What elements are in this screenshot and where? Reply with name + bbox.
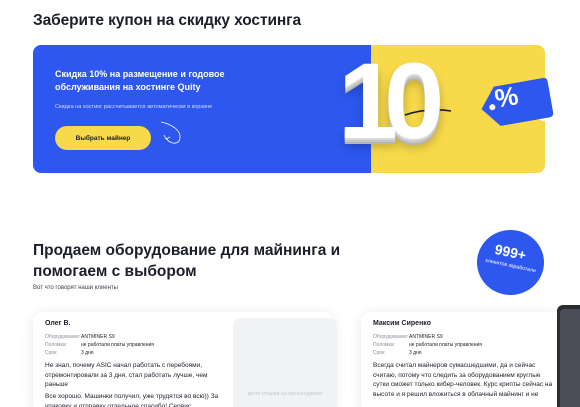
review-meta-row: Срок: 3 дня <box>45 350 94 356</box>
review-meta-row: Поломка: не работали платы управления <box>373 342 482 348</box>
discount-number: 10 <box>338 40 444 161</box>
review-text: Все хорошо. Машинки получил, уже трудятс… <box>45 393 219 407</box>
review-author: Максим Сиренко <box>373 320 431 327</box>
choose-miner-button[interactable]: Выбрать майнер <box>55 126 151 150</box>
review-meta-row: Срок: 3 дня <box>373 350 422 356</box>
coupon-headline: Скидка 10% на размещение и годовое обслу… <box>55 69 225 92</box>
review-meta-row: Оборудование: ANTMINER S9 <box>45 334 115 340</box>
coupon-note: Скидка на хостинг рассчитывается автомат… <box>55 104 213 110</box>
next-slide-peek[interactable] <box>557 305 580 407</box>
review-photo-caption: фото отзыва на мессенджере <box>247 391 323 397</box>
coupon-section-title: Заберите купон на скидку хостинга <box>33 12 302 29</box>
review-meta-row: Поломка: не работали платы управления <box>45 342 154 348</box>
review-author: Олег В. <box>45 320 71 327</box>
mining-section-title: Продаем оборудование для майнинга и помо… <box>33 242 341 280</box>
review-text: Всегда считал майнеров сумасшедшими, да … <box>373 362 553 398</box>
coupon-card: Скидка 10% на размещение и годовое обслу… <box>33 40 554 173</box>
next-slide-image <box>560 309 580 407</box>
review-card: Максим Сиренко Оборудование: ANTMINER S9… <box>361 312 561 407</box>
review-photo-placeholder[interactable]: фото отзыва на мессенджере <box>233 318 337 407</box>
mining-section-subtitle: Вот что говорят наши клиенты <box>33 285 118 291</box>
review-card: Олег В. Оборудование: ANTMINER S9 Поломк… <box>33 312 337 407</box>
clients-badge: 999+ клиентов заработали <box>477 230 544 295</box>
review-text: Не знал, почему ASIC начал работать с пе… <box>45 362 208 388</box>
review-meta-row: Оборудование: ANTMINER S9 <box>373 334 443 340</box>
